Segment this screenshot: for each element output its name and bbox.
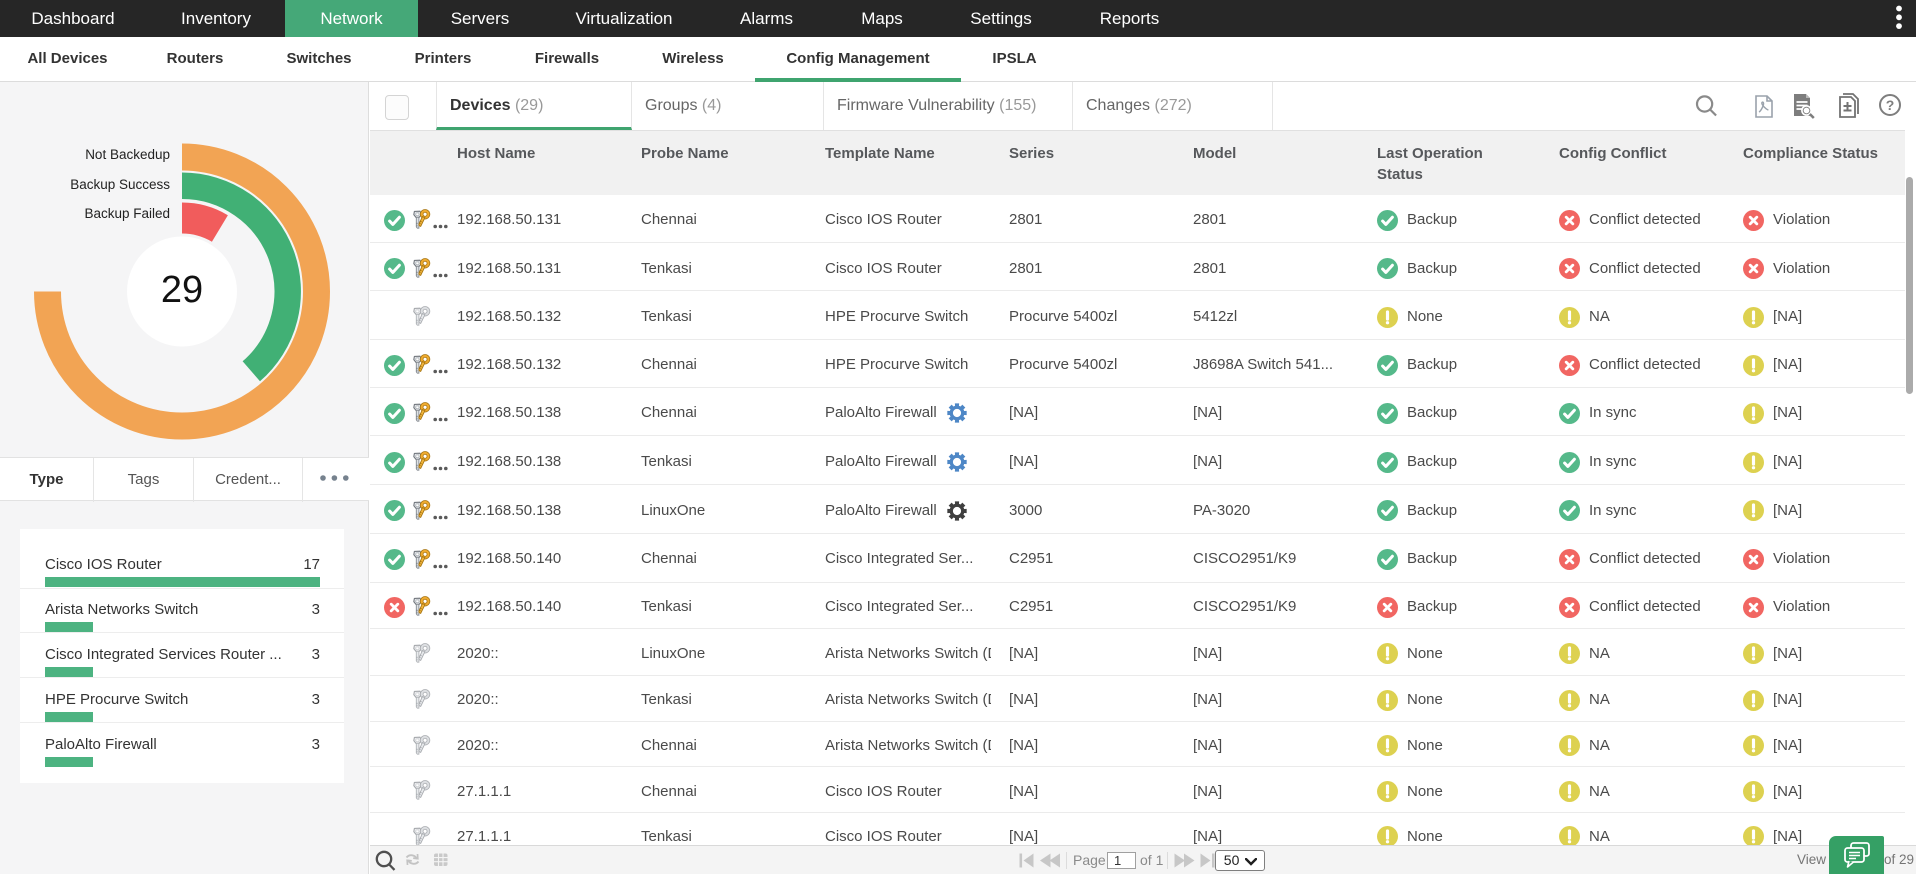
svg-text:?: ? <box>1886 97 1895 113</box>
